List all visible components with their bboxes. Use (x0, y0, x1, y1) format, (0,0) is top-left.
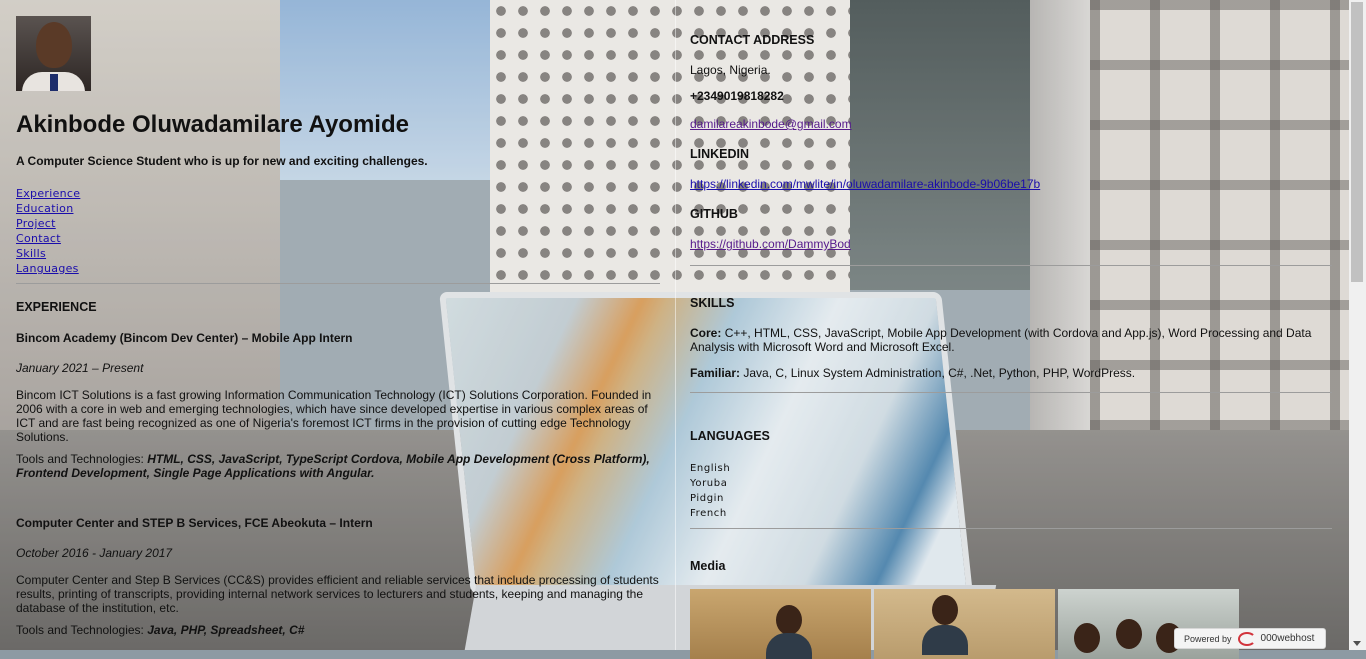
language-item: French (690, 508, 727, 519)
skills-familiar-text: Java, C, Linux System Administration, C#… (743, 366, 1136, 380)
job-date: October 2016 - January 2017 (16, 546, 173, 560)
job-tools: Tools and Technologies: HTML, CSS, JavaS… (16, 452, 660, 480)
contact-phone: +2349019818282 (690, 89, 784, 103)
divider (690, 392, 1332, 393)
profile-photo (16, 16, 91, 91)
section-nav: Experience Education Project Contact Ski… (16, 186, 660, 276)
nav-link-skills[interactable]: Skills (16, 246, 46, 261)
job-date: January 2021 – Present (16, 361, 144, 375)
skills-core: Core: C++, HTML, CSS, JavaScript, Mobile… (690, 326, 1332, 354)
tools-label: Tools and Technologies: (16, 452, 144, 466)
tools-list: Java, PHP, Spreadsheet, C# (147, 623, 305, 637)
contact-address: Lagos, Nigeria. (690, 63, 771, 77)
job-title: Bincom Academy (Bincom Dev Center) – Mob… (16, 331, 353, 345)
divider (690, 528, 1332, 529)
nav-link-education[interactable]: Education (16, 201, 73, 216)
nav-link-experience[interactable]: Experience (16, 186, 80, 201)
divider (690, 265, 1332, 266)
job-description: Bincom ICT Solutions is a fast growing I… (16, 388, 652, 444)
nav-link-contact[interactable]: Contact (16, 231, 61, 246)
media-heading: Media (690, 559, 726, 573)
job-entry: Computer Center and STEP B Services, FCE… (16, 516, 660, 637)
language-item: Pidgin (690, 493, 725, 504)
linkedin-link[interactable]: https://linkedin.com/mwlite/in/oluwadami… (690, 177, 1040, 191)
skills-familiar-label: Familiar: (690, 366, 741, 380)
hosting-badge[interactable]: Powered by 000webhost (1174, 628, 1326, 649)
profile-tagline: A Computer Science Student who is up for… (16, 154, 428, 168)
languages-list: English Yoruba Pidgin French (690, 461, 1332, 521)
left-column: Akinbode Oluwadamilare Ayomide A Compute… (16, 16, 660, 637)
badge-brand-text: 000webhost (1260, 633, 1315, 644)
job-description: Computer Center and Step B Services (CC&… (16, 573, 659, 615)
nav-link-project[interactable]: Project (16, 216, 56, 231)
badge-powered-text: Powered by (1184, 633, 1232, 644)
scrollbar-thumb[interactable] (1351, 2, 1363, 282)
contact-email-link[interactable]: damilareakinbode@gmail.com (690, 117, 852, 131)
skills-heading: SKILLS (690, 296, 735, 310)
github-heading: GITHUB (690, 207, 738, 221)
media-photo[interactable] (874, 589, 1055, 659)
skills-core-text: C++, HTML, CSS, JavaScript, Mobile App D… (690, 326, 1312, 354)
webhost-logo-icon (1237, 631, 1256, 646)
vertical-scrollbar[interactable] (1349, 0, 1366, 650)
job-title: Computer Center and STEP B Services, FCE… (16, 516, 373, 530)
media-photo[interactable] (690, 589, 871, 659)
linkedin-heading: LINKEDIN (690, 147, 750, 161)
profile-name: Akinbode Oluwadamilare Ayomide (16, 111, 409, 138)
skills-familiar: Familiar: Java, C, Linux System Administ… (690, 366, 1332, 380)
right-column: CONTACT ADDRESS Lagos, Nigeria. +2349019… (690, 16, 1332, 659)
language-item: English (690, 463, 731, 474)
tools-label: Tools and Technologies: (16, 623, 144, 637)
nav-link-languages[interactable]: Languages (16, 261, 79, 276)
language-item: Yoruba (690, 478, 728, 489)
scroll-down-arrow-icon[interactable] (1353, 641, 1361, 646)
github-link[interactable]: https://github.com/DammyBod (690, 237, 851, 251)
job-tools: Tools and Technologies: Java, PHP, Sprea… (16, 623, 660, 637)
contact-heading: CONTACT ADDRESS (690, 33, 815, 47)
languages-heading: LANGUAGES (690, 429, 770, 443)
skills-core-label: Core: (690, 326, 722, 340)
divider (16, 283, 660, 284)
job-entry: Bincom Academy (Bincom Dev Center) – Mob… (16, 331, 660, 480)
experience-heading: EXPERIENCE (16, 300, 97, 314)
